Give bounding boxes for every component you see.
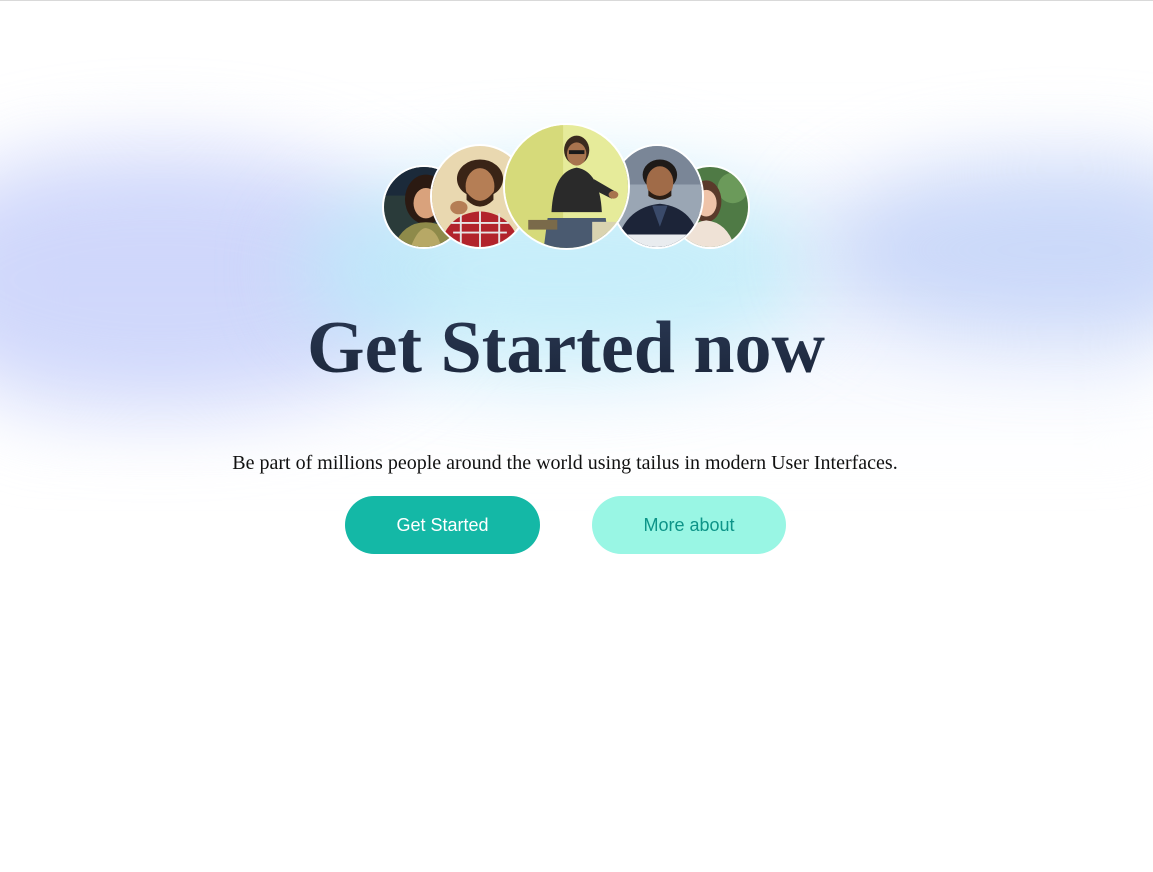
- page: Get Started now Be part of millions peop…: [0, 0, 1153, 872]
- avatar: [503, 123, 630, 250]
- more-about-button[interactable]: More about: [592, 496, 786, 554]
- page-title: Get Started now: [0, 300, 1132, 396]
- hero-subtitle: Be part of millions people around the wo…: [232, 452, 898, 474]
- get-started-button[interactable]: Get Started: [345, 496, 540, 554]
- avatar-group: [0, 0, 1153, 260]
